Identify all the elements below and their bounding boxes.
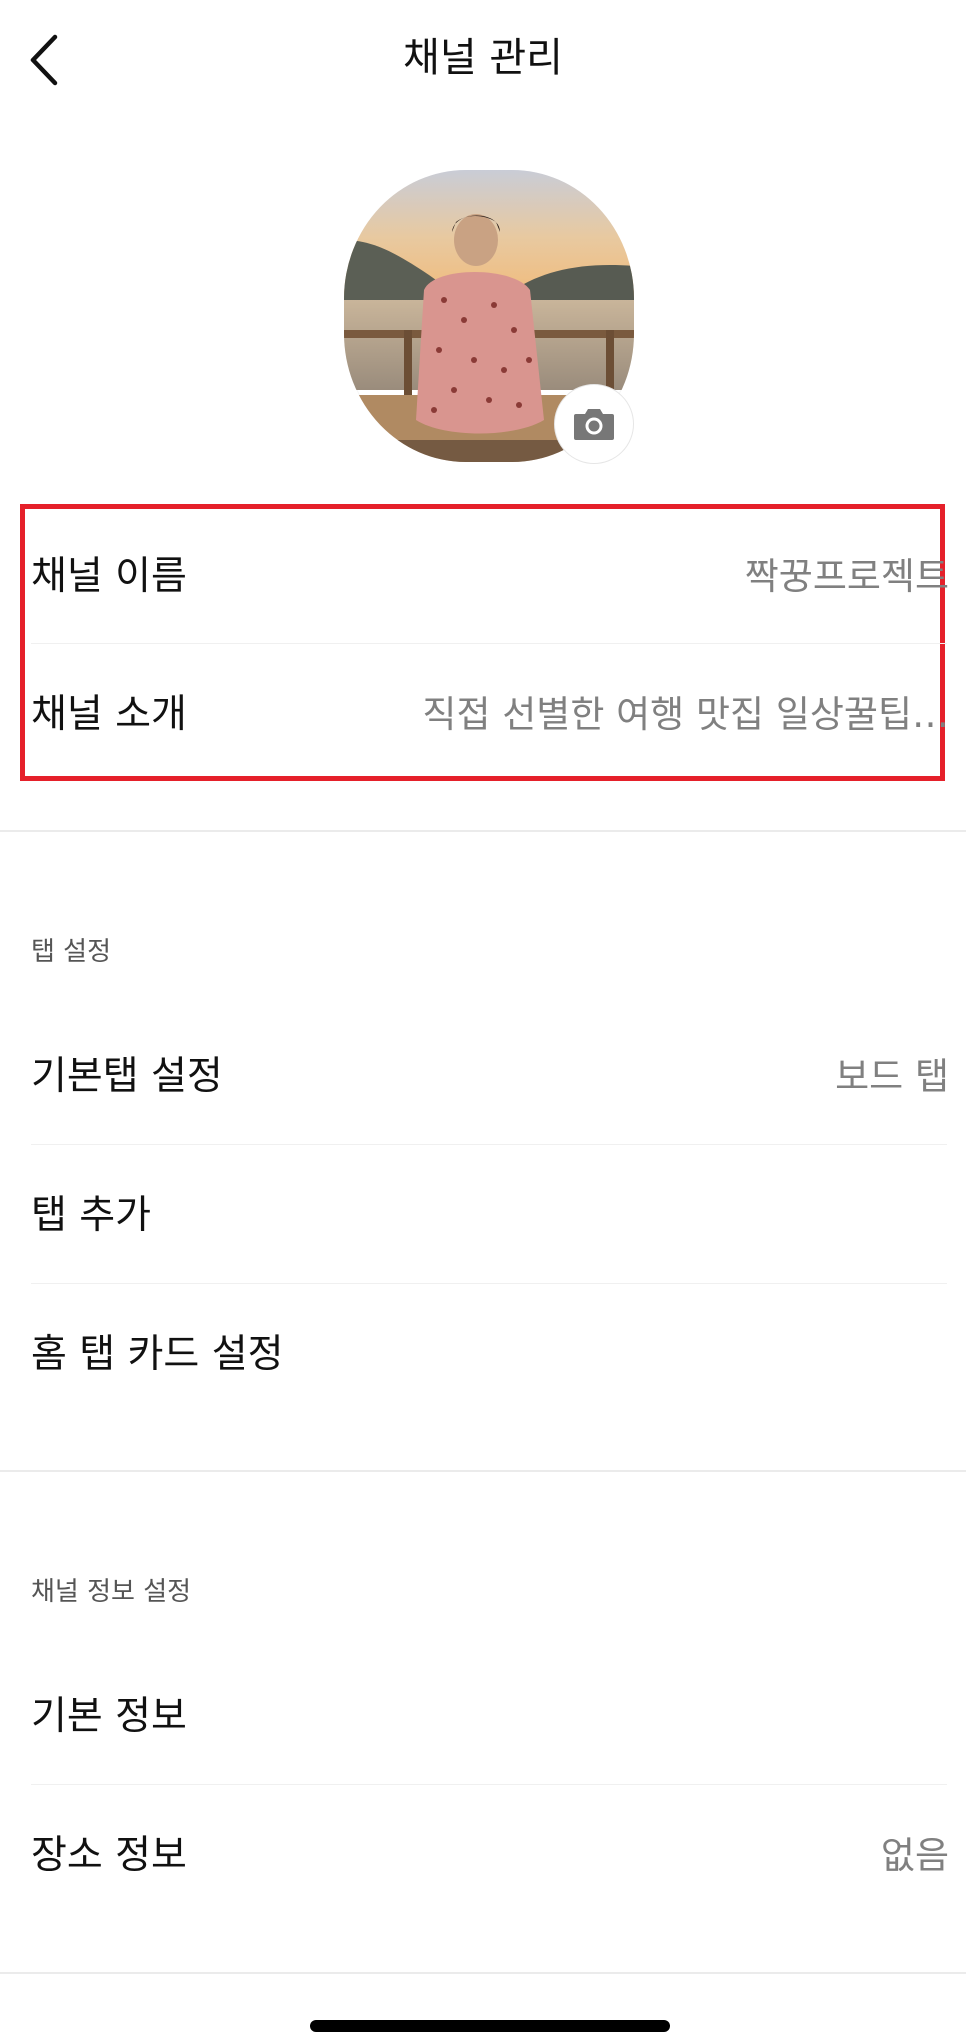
channel-name-label: 채널 이름 <box>31 554 187 599</box>
basic-info-row[interactable]: 기본 정보 <box>31 1645 949 1781</box>
add-tab-row[interactable]: 탭 추가 <box>31 1144 949 1280</box>
profile-image-area <box>344 170 634 464</box>
change-photo-button[interactable] <box>554 384 634 464</box>
page-title: 채널 관리 <box>403 35 563 81</box>
section-divider <box>0 1470 966 1472</box>
channel-info-section-title: 채널 정보 설정 <box>31 1577 192 1607</box>
channel-intro-label: 채널 소개 <box>31 692 187 737</box>
channel-intro-value: 직접 선별한 여행 맛집 일상꿀팁… <box>422 693 949 736</box>
home-tab-card-label: 홈 탭 카드 설정 <box>31 1332 284 1377</box>
default-tab-value: 보드 탭 <box>835 1055 949 1098</box>
channel-name-row[interactable]: 채널 이름 짝꿍프로젝트 <box>31 505 949 641</box>
default-tab-row[interactable]: 기본탭 설정 보드 탭 <box>31 1005 949 1141</box>
basic-info-label: 기본 정보 <box>31 1694 187 1739</box>
channel-intro-row[interactable]: 채널 소개 직접 선별한 여행 맛집 일상꿀팁… <box>31 643 949 779</box>
channel-name-value: 짝꿍프로젝트 <box>744 555 949 598</box>
home-tab-card-row[interactable]: 홈 탭 카드 설정 <box>31 1283 949 1419</box>
add-tab-label: 탭 추가 <box>31 1193 152 1238</box>
section-divider <box>0 830 966 832</box>
camera-icon <box>574 409 614 440</box>
tab-settings-section-title: 탭 설정 <box>31 937 112 967</box>
default-tab-label: 기본탭 설정 <box>31 1054 223 1099</box>
place-info-label: 장소 정보 <box>31 1833 187 1878</box>
place-info-row[interactable]: 장소 정보 없음 <box>31 1784 949 1920</box>
place-info-value: 없음 <box>880 1834 949 1877</box>
top-bar: 채널 관리 <box>0 0 966 120</box>
home-indicator <box>310 2020 670 2032</box>
section-divider <box>0 1972 966 1974</box>
